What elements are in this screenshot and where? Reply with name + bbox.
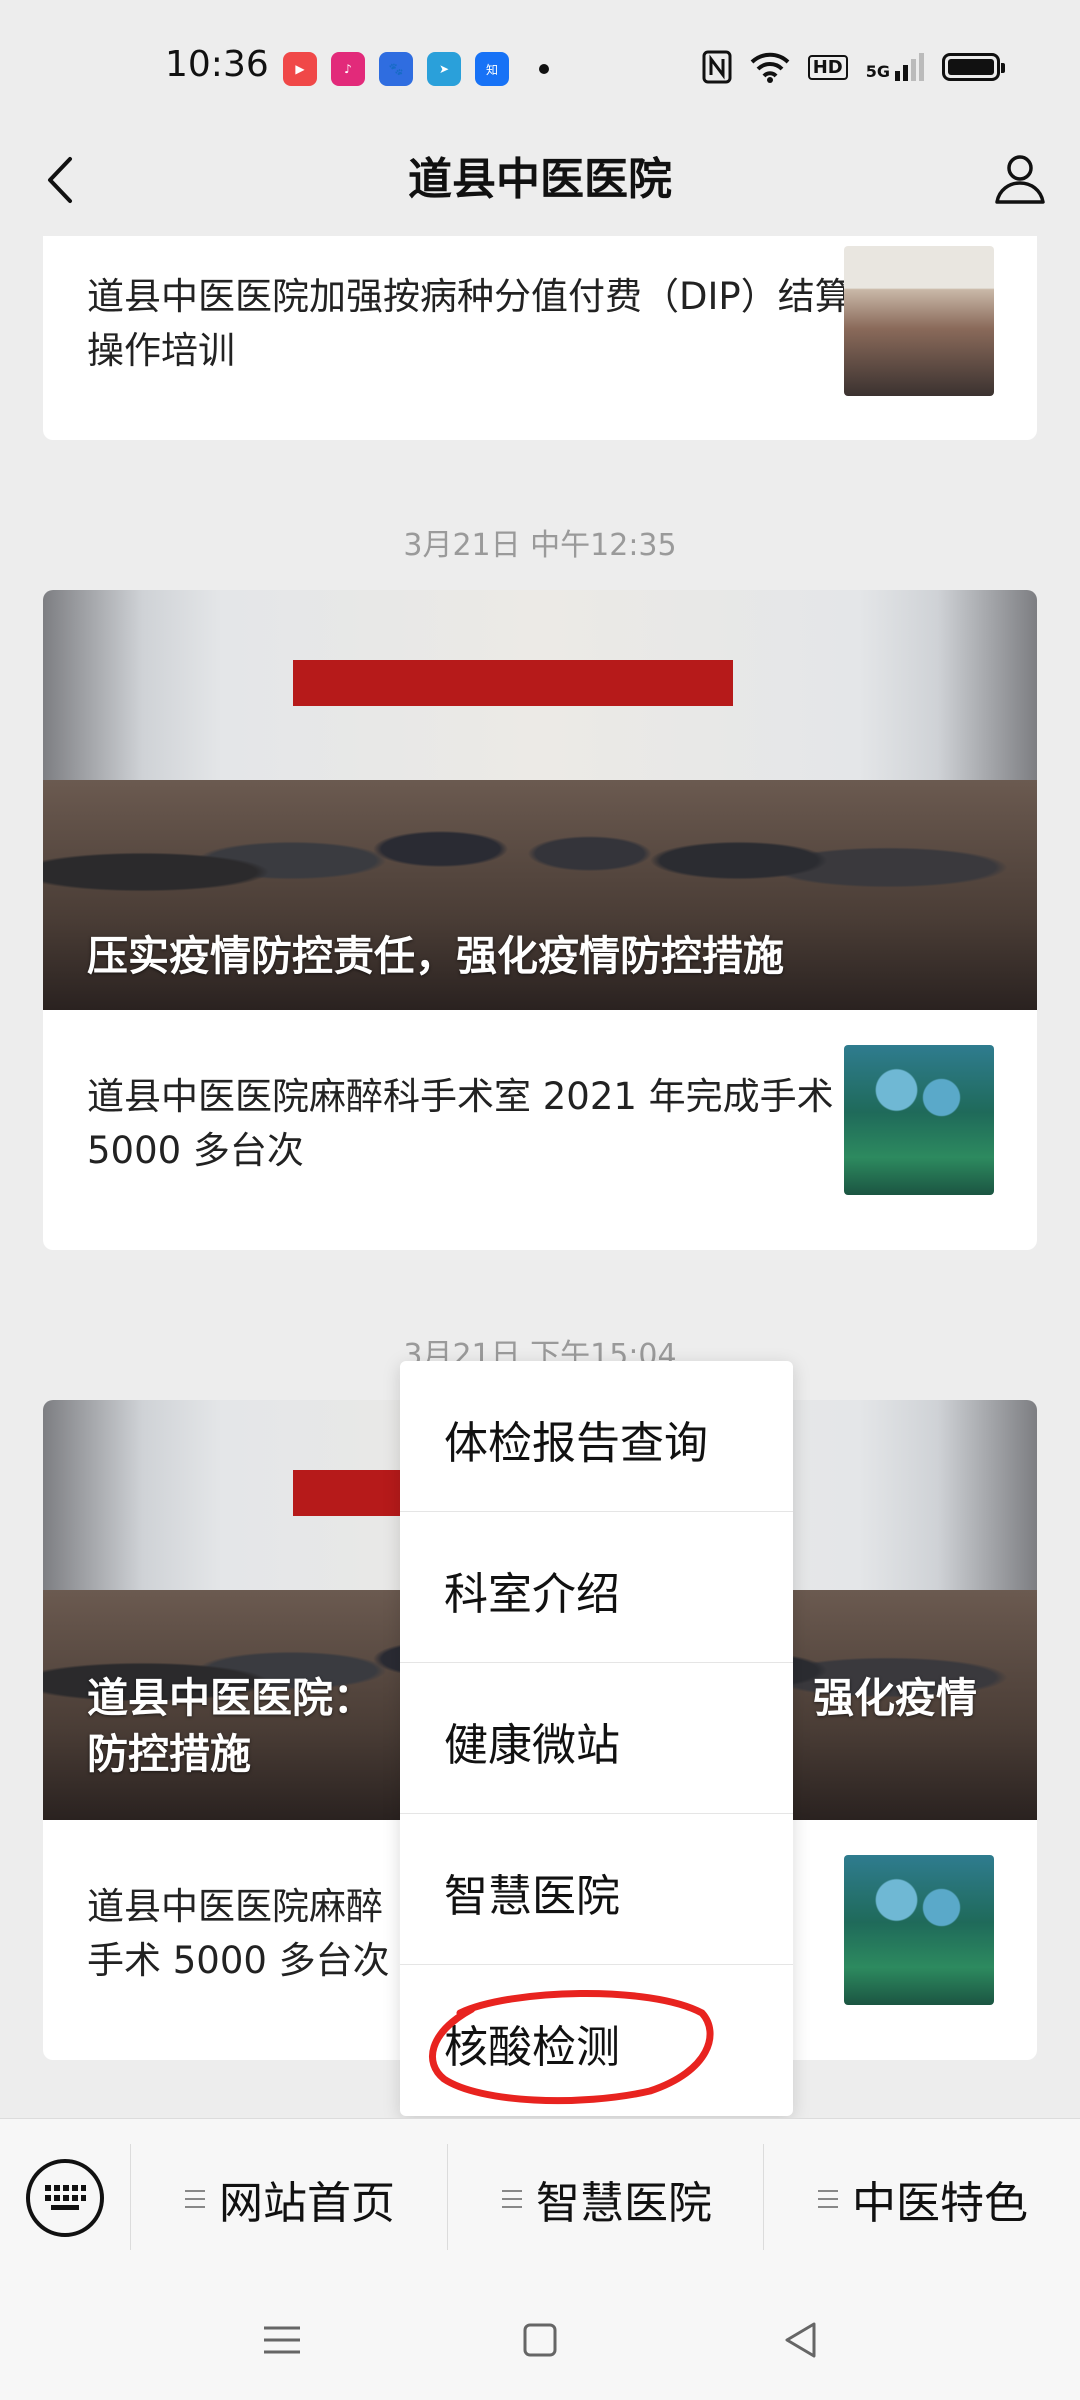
menu-item-health-micro-site[interactable]: 健康微站	[400, 1663, 793, 1814]
status-indicators: HD 5G	[702, 50, 1005, 84]
official-account-menu-bar: 网站首页 智慧医院 中医特色	[0, 2118, 1080, 2275]
menu-item-label: 健康微站	[444, 1720, 620, 1771]
menu-item-label: 科室介绍	[444, 1569, 620, 1620]
menu-list-icon	[818, 2190, 838, 2208]
keyboard-toggle-button[interactable]	[26, 2159, 104, 2237]
music-app-icon: ♪	[331, 52, 365, 86]
menu-list-icon	[185, 2190, 205, 2208]
chat-header: 道县中医医院	[0, 135, 1080, 235]
back-nav-button[interactable]	[770, 2310, 830, 2370]
article-title-line: 道县中医医院麻醉	[87, 1885, 383, 1928]
menu-item-health-report[interactable]: 体检报告查询	[400, 1361, 793, 1512]
menu-item-departments[interactable]: 科室介绍	[400, 1512, 793, 1663]
menu-divider	[763, 2144, 764, 2250]
status-time: 10:36	[165, 44, 269, 85]
menu-tab-label: 智慧医院	[536, 2178, 712, 2229]
recent-apps-button[interactable]	[252, 2310, 312, 2370]
menu-tab-smart-hospital[interactable]: 智慧医院	[502, 2167, 712, 2231]
cell-signal-icon: 5G	[866, 53, 924, 81]
article-card-group: 压实疫情防控责任，强化疫情防控措施 道县中医医院麻醉科手术室 2021 年完成手…	[43, 590, 1037, 1250]
wifi-icon	[750, 52, 790, 83]
message-timestamp: 3月21日 中午12:35	[403, 528, 677, 563]
menu-item-label: 体检报告查询	[444, 1418, 708, 1469]
menu-list-icon	[502, 2190, 522, 2208]
article-title: 道县中医医院加强按病种分值付费（DIP）结算操作培训	[87, 275, 852, 372]
profile-button[interactable]	[985, 143, 1055, 213]
more-notifications-dot	[539, 64, 549, 74]
hero-caption: 压实疫情防控责任，强化疫情防控措施	[87, 932, 784, 980]
menu-divider	[447, 2144, 448, 2250]
article-title-line: 手术 5000 多台次	[87, 1939, 390, 1982]
article-thumbnail	[844, 1045, 994, 1195]
zhihu-icon: 知	[475, 52, 509, 86]
network-type-label: 5G	[865, 62, 890, 81]
video-app-icon: ▶	[283, 52, 317, 86]
menu-tab-home[interactable]: 网站首页	[185, 2167, 395, 2231]
status-app-icons: ▶ ♪ 🐾 ➤ 知	[283, 52, 549, 86]
hero-banner-decoration	[293, 660, 733, 706]
system-navigation-bar	[0, 2274, 1080, 2400]
red-highlight-circle	[428, 1990, 714, 2105]
status-bar: 10:36 ▶ ♪ 🐾 ➤ 知 HD 5G	[0, 0, 1080, 140]
telegram-icon: ➤	[427, 52, 461, 86]
article-title: 道县中医医院麻醉科手术室 2021 年完成手术 5000 多台次	[87, 1075, 834, 1172]
hero-caption-line: 防控措施	[87, 1730, 251, 1778]
hero-caption-line: 道县中医医院：	[87, 1674, 374, 1722]
page-title: 道县中医医院	[408, 154, 672, 205]
article-thumbnail	[844, 246, 994, 396]
menu-tab-label: 中医特色	[852, 2178, 1028, 2229]
hero-caption-right: 强化疫情	[813, 1674, 977, 1722]
triangle-back-icon	[785, 2322, 816, 2358]
user-icon	[995, 155, 1045, 204]
battery-icon	[942, 53, 1005, 81]
article-title: 道县中医医院麻醉 手术 5000 多台次	[87, 1880, 390, 1988]
keyboard-icon	[45, 2185, 86, 2210]
menu-item-smart-hospital[interactable]: 智慧医院	[400, 1814, 793, 1965]
menu-item-label: 智慧医院	[444, 1871, 620, 1922]
square-icon	[523, 2323, 557, 2357]
article-card-top[interactable]: 道县中医医院加强按病种分值付费（DIP）结算操作培训	[43, 236, 1037, 440]
hero-caption-left: 道县中医医院： 防控措施	[87, 1670, 374, 1782]
hd-badge: HD	[807, 54, 848, 80]
nfc-icon	[702, 50, 732, 84]
menu-lines-icon	[264, 2326, 300, 2354]
menu-tab-label: 网站首页	[219, 2178, 395, 2229]
hero-article[interactable]: 压实疫情防控责任，强化疫情防控措施	[43, 590, 1037, 1010]
menu-tab-tcm-features[interactable]: 中医特色	[818, 2167, 1028, 2231]
home-button[interactable]	[510, 2310, 570, 2370]
article-item[interactable]: 道县中医医院麻醉科手术室 2021 年完成手术 5000 多台次	[43, 1010, 1037, 1250]
article-thumbnail	[844, 1855, 994, 2005]
baidu-icon: 🐾	[379, 52, 413, 86]
menu-divider	[130, 2144, 131, 2250]
